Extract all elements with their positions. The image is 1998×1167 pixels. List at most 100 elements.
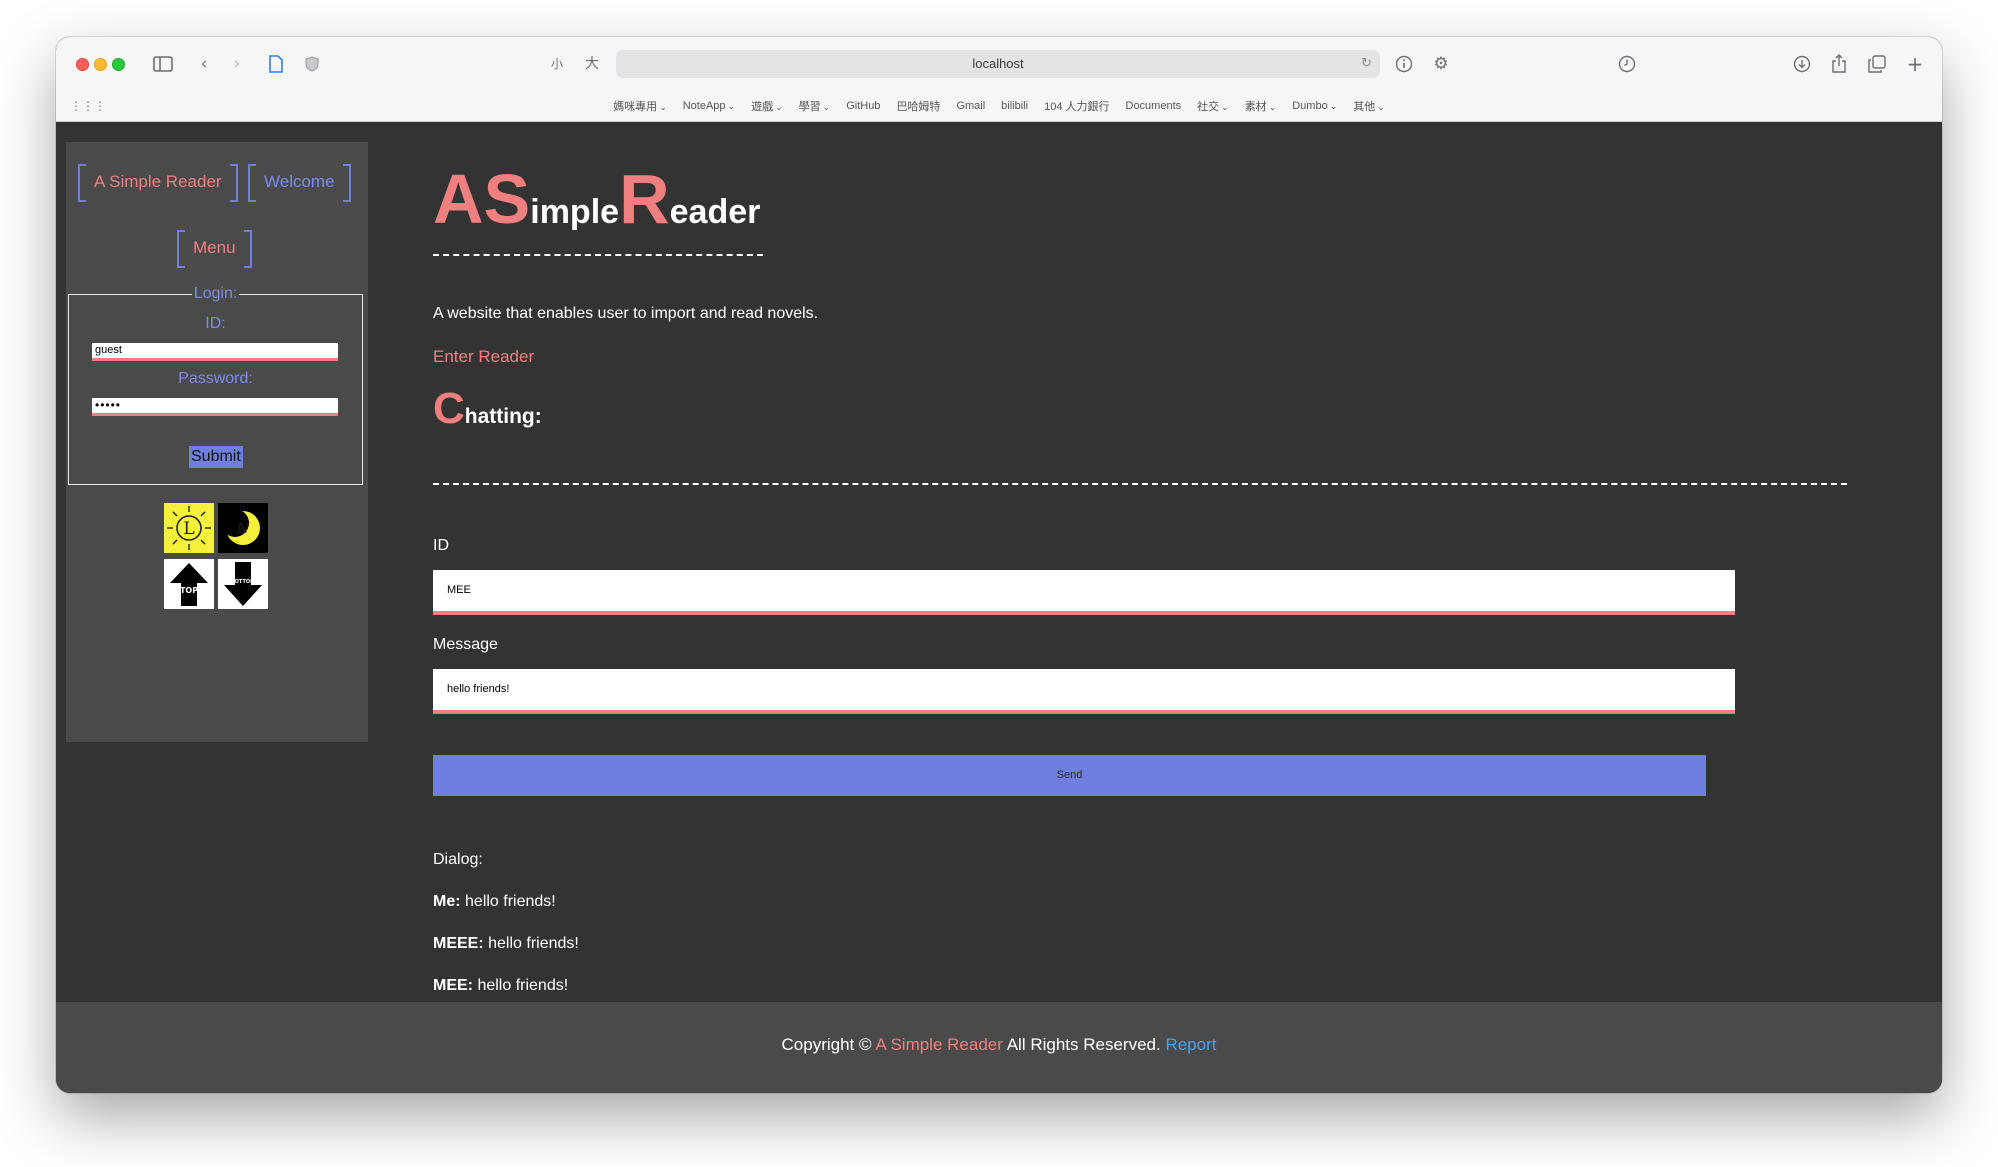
dialog-message: Me: hello friends! (433, 893, 556, 911)
bookmark-label: Gmail (956, 100, 986, 112)
chat-id-input[interactable]: MEE (433, 570, 1735, 615)
bookmark-label: Documents (1125, 100, 1182, 112)
nav-welcome-button[interactable]: Welcome (248, 164, 351, 202)
bookmark-item[interactable]: 其他 ⌄ (1353, 98, 1385, 114)
bookmark-item[interactable]: Dumbo ⌄ (1292, 100, 1337, 112)
chevron-down-icon: ⌄ (775, 103, 783, 113)
login-legend-text: Login: (191, 285, 240, 302)
dialog-message-user: MEEE: (433, 935, 484, 952)
bookmark-item[interactable]: 巴哈姆特 (896, 98, 940, 114)
reload-icon[interactable]: ↻ (1361, 50, 1372, 78)
bookmark-label: 巴哈姆特 (896, 101, 941, 113)
tabs-overview-icon[interactable] (1864, 51, 1890, 77)
dialog-message-user: Me: (433, 893, 461, 910)
login-legend: Login: (69, 285, 362, 303)
text-larger-button[interactable]: 大 (579, 51, 605, 77)
login-password-label: Password: (178, 370, 253, 387)
dialog-message-text: hello friends! (488, 935, 579, 952)
sidebar-toggle-icon[interactable] (150, 51, 176, 77)
nav-reader-button[interactable]: A Simple Reader (78, 164, 238, 202)
footer-text: Copyright © A Simple Reader All Rights R… (56, 1035, 1942, 1055)
chat-id-label: ID (433, 537, 449, 554)
sidebar: A Simple Reader Welcome Menu Login: ID: … (66, 142, 368, 742)
logo-r: R (619, 160, 670, 238)
scroll-bottom-arrow-icon[interactable]: BOTTOM (218, 559, 268, 609)
text-smaller-button[interactable]: 小 (544, 51, 570, 77)
light-mode-letter: L (183, 519, 194, 539)
login-password-input[interactable]: ••••• (92, 398, 338, 416)
privacy-shield-icon[interactable] (299, 51, 325, 77)
chevron-down-icon: ⌄ (822, 103, 831, 113)
bookmark-label: Dumbo (1292, 100, 1328, 112)
night-mode-moon-icon[interactable]: N (218, 503, 268, 553)
bookmark-item[interactable]: 遊戲 ⌄ (751, 98, 783, 114)
page-icon[interactable] (263, 51, 289, 77)
bookmark-label: 學習 (798, 101, 821, 113)
dialog-message-text: hello friends! (465, 893, 556, 910)
nav-menu-button[interactable]: Menu (177, 230, 252, 268)
close-window-button[interactable] (76, 58, 89, 71)
page-content: A Simple Reader Welcome Menu Login: ID: … (56, 122, 1942, 1093)
rights-text: All Rights Reserved. (1006, 1035, 1161, 1054)
login-id-label: ID: (205, 315, 226, 332)
site-logo: ASimpleReader (433, 164, 761, 234)
bookmark-item[interactable]: Gmail (956, 100, 985, 112)
chevron-down-icon: ⌄ (1221, 103, 1229, 113)
dialog-title: Dialog: (433, 851, 483, 868)
chevron-down-icon: ⌄ (1268, 103, 1277, 113)
bookmark-item[interactable]: GitHub (846, 100, 880, 112)
logo-eader: eader (669, 193, 761, 231)
chat-message-label: Message (433, 636, 498, 653)
bookmark-label: 素材 (1244, 101, 1267, 113)
bookmark-item[interactable]: Documents (1126, 100, 1182, 112)
dialog-message: MEEE: hello friends! (433, 935, 579, 953)
scroll-top-text: TOP (180, 586, 198, 595)
dialog-message: MEE: hello friends! (433, 977, 568, 995)
dialog-message-text: hello friends! (477, 977, 569, 994)
bookmark-label: GitHub (846, 100, 881, 112)
chevron-down-icon: ⌄ (1377, 103, 1385, 113)
bookmark-item[interactable]: 媽咪專用 ⌄ (613, 98, 667, 114)
bookmarks-bar: ⋮⋮⋮ 媽咪專用 ⌄ NoteApp ⌄ 遊戲 ⌄ 學習 ⌄ GitHub 巴哈姆特 Gmail bi… (56, 91, 1942, 122)
download-icon[interactable] (1789, 51, 1815, 77)
theme-controls: L N TOP BOTTOM (164, 503, 268, 613)
light-mode-sun-icon[interactable]: L (164, 503, 214, 553)
chatting-heading: Chatting: (433, 384, 542, 434)
address-bar[interactable]: localhost ↻ (616, 50, 1380, 78)
info-icon[interactable] (1391, 51, 1417, 77)
minimize-window-button[interactable] (94, 58, 107, 71)
bookmark-item[interactable]: 學習 ⌄ (799, 98, 831, 114)
login-id-input[interactable]: guest (92, 343, 338, 361)
chevron-down-icon: ⌄ (727, 102, 736, 112)
new-tab-icon[interactable]: + (1902, 51, 1928, 77)
chat-message-input[interactable]: hello friends! (433, 669, 1735, 714)
bookmark-item[interactable]: NoteApp ⌄ (683, 100, 735, 112)
zoom-window-button[interactable] (112, 58, 125, 71)
copyright-text: Copyright © (781, 1035, 872, 1054)
bookmark-item[interactable]: 社交 ⌄ (1197, 98, 1229, 114)
browser-toolbar: ‹ › 小 大 localhost ↻ ⚙ + (56, 37, 1942, 91)
report-link[interactable]: Report (1165, 1035, 1216, 1054)
bookmark-label: 媽咪專用 (613, 101, 658, 113)
url-text: localhost (972, 56, 1024, 71)
chevron-down-icon: ⌄ (1329, 102, 1338, 112)
bookmark-item[interactable]: 104 人力銀行 (1044, 98, 1109, 114)
chat-heading-rest: hatting: (464, 405, 542, 428)
forward-icon[interactable]: › (224, 51, 250, 77)
bookmark-item[interactable]: bilibili (1001, 100, 1028, 112)
send-button[interactable]: Send (433, 755, 1706, 796)
bookmark-label: 104 人力銀行 (1044, 101, 1110, 113)
history-clock-icon[interactable] (1614, 51, 1640, 77)
dialog-message-user: MEE: (433, 977, 473, 994)
back-icon[interactable]: ‹ (191, 51, 217, 77)
enter-reader-link[interactable]: Enter Reader (433, 347, 534, 367)
scroll-top-arrow-icon[interactable]: TOP (164, 559, 214, 609)
bookmark-item[interactable]: 素材 ⌄ (1245, 98, 1277, 114)
night-mode-letter: N (236, 521, 250, 537)
submit-button[interactable]: Submit (189, 446, 243, 468)
bookmark-label: 其他 (1353, 101, 1376, 113)
main-content: ASimpleReader A website that enables use… (433, 122, 1883, 1002)
share-icon[interactable] (1826, 51, 1852, 77)
chevron-down-icon: ⌄ (659, 103, 667, 113)
gear-icon[interactable]: ⚙ (1428, 51, 1454, 77)
